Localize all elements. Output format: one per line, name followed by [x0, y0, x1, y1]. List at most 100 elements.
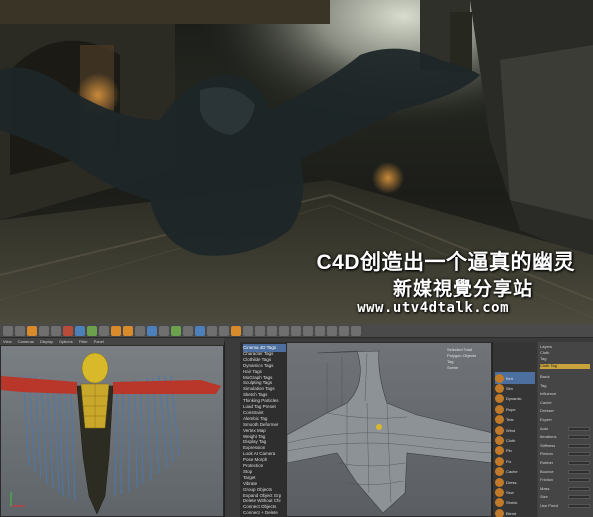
viewport-menubar: View Cameras Display Options Filter Pane…	[0, 338, 224, 345]
attr-title: Cloth Tag	[540, 363, 557, 368]
cube-icon[interactable]	[147, 326, 157, 336]
redo-icon[interactable]	[15, 326, 25, 336]
subdivision-icon[interactable]	[171, 326, 181, 336]
tag-label: Dress	[506, 479, 517, 485]
value-field[interactable]	[568, 426, 590, 431]
live-select-icon[interactable]	[27, 326, 37, 336]
stat-tag: Tag	[447, 359, 454, 364]
caption-title: C4D创造出一个逼真的幽灵	[316, 251, 575, 274]
polygons-mode-icon[interactable]	[267, 326, 277, 336]
scale-icon[interactable]	[51, 326, 61, 336]
camera-icon[interactable]	[219, 326, 229, 336]
snap-icon[interactable]	[315, 326, 325, 336]
texture-mode-icon[interactable]	[291, 326, 301, 336]
tag-icon	[495, 415, 504, 425]
array-icon[interactable]	[183, 326, 193, 336]
tag-icon	[495, 498, 504, 508]
menu-filter[interactable]: Filter	[79, 338, 88, 345]
attr-row[interactable]: Cache	[540, 400, 592, 406]
tag-icon	[495, 456, 504, 466]
layout-icon[interactable]	[351, 326, 361, 336]
workplane-icon[interactable]	[327, 326, 337, 336]
ghost-model-mesh	[1, 352, 221, 515]
torso-wireframe	[287, 350, 491, 514]
tag-label: Cache	[506, 469, 518, 475]
tag-label: Fix	[506, 458, 512, 464]
attribute-panel: Layers Cloth Tag Cloth Tag Basic Tag Influ…	[538, 342, 593, 517]
attr-header-tag[interactable]: Tag	[540, 356, 592, 362]
value-field[interactable]	[568, 486, 590, 491]
stat-scene: Scene	[447, 365, 459, 370]
value-field[interactable]	[568, 435, 590, 440]
value-field[interactable]	[568, 461, 590, 465]
stat-polygon-objects: Polygon Objects	[447, 353, 477, 358]
menu-display[interactable]: Display	[40, 338, 53, 345]
caption-site-name: 新媒視覺分享站	[392, 279, 533, 300]
main-toolbar	[0, 324, 593, 338]
tag-label: Shrink	[506, 500, 518, 506]
tag-label: Rope	[506, 406, 516, 412]
attr-row[interactable]: Influence	[540, 391, 592, 397]
menu-panel[interactable]: Panel	[94, 338, 104, 345]
render-settings-icon[interactable]	[135, 326, 145, 336]
tag-label: Cloth	[506, 437, 516, 443]
value-field[interactable]	[568, 452, 590, 457]
points-mode-icon[interactable]	[243, 326, 253, 336]
menu-cameras[interactable]: Cameras	[18, 338, 34, 345]
x-axis-icon[interactable]	[75, 326, 85, 336]
attr-row[interactable]: Tag	[540, 383, 592, 389]
menu-view[interactable]: View	[3, 338, 12, 345]
tag-label: Dynamic	[506, 396, 522, 402]
attr-row[interactable]: Expert	[540, 417, 592, 423]
undo-icon[interactable]	[3, 326, 13, 336]
tag-icon	[495, 383, 504, 393]
rotate-icon[interactable]	[63, 326, 73, 336]
screenshot-stage: C4D创造出一个逼真的幽灵 新媒視覺分享站 www.utv4dtalk.com	[0, 0, 593, 517]
tag-icon	[495, 425, 504, 435]
tag-icon	[495, 435, 504, 445]
attr-row[interactable]: Basic	[540, 374, 592, 380]
tag-category-column	[225, 342, 240, 517]
tag-label: Belt	[506, 375, 513, 381]
tag-label: Sew	[506, 489, 514, 495]
model-mode-icon[interactable]	[279, 326, 289, 336]
tag-label: Sim	[506, 385, 513, 391]
menu-item[interactable]: Connect + Delete	[243, 509, 287, 517]
tag-icon	[495, 394, 504, 404]
pen-icon[interactable]	[159, 326, 169, 336]
render-picture-icon[interactable]	[123, 326, 133, 336]
tag-icon	[495, 446, 504, 456]
tag-label: Wind	[506, 427, 516, 433]
attr-row[interactable]: Dresser	[540, 408, 592, 414]
value-field[interactable]	[568, 443, 590, 448]
tag-item[interactable]: Blend	[495, 507, 535, 517]
axis-mode-icon[interactable]	[303, 326, 313, 336]
tag-icon	[495, 477, 504, 487]
value-field[interactable]	[568, 495, 590, 500]
tag-icon	[495, 487, 504, 497]
y-axis-icon[interactable]	[87, 326, 97, 336]
value-field[interactable]	[568, 478, 590, 483]
move-icon[interactable]	[39, 326, 49, 336]
tag-label: Blend	[506, 510, 517, 516]
lock-icon[interactable]	[339, 326, 349, 336]
viewport-front[interactable]: Selected Total Polygon Objects Tag Scene	[286, 342, 492, 517]
menu-options[interactable]: Options	[59, 338, 73, 345]
light-icon[interactable]	[231, 326, 241, 336]
value-field[interactable]	[568, 504, 590, 508]
floor-icon[interactable]	[207, 326, 217, 336]
tag-list: Belt Sim Dynamic Rope Tear Wind Cloth Pin Fix Cac…	[493, 342, 537, 517]
edges-mode-icon[interactable]	[255, 326, 265, 336]
z-axis-icon[interactable]	[99, 326, 109, 336]
tags-context-menu: Cinema 4D Tags Character Tags Clothilde Ta…	[224, 342, 287, 517]
render-view-icon[interactable]	[111, 326, 121, 336]
viewport-perspective[interactable]	[0, 345, 224, 517]
tag-icon	[495, 508, 504, 517]
value-field[interactable]	[568, 469, 590, 474]
tag-icon	[495, 373, 504, 383]
caption-url: www.utv4dtalk.com	[357, 300, 509, 316]
tag-icon	[495, 404, 504, 414]
c4d-interface: View Cameras Display Options Filter Pane…	[0, 324, 593, 517]
deformer-icon[interactable]	[195, 326, 205, 336]
stat-selected-total: Selected Total	[447, 347, 473, 352]
